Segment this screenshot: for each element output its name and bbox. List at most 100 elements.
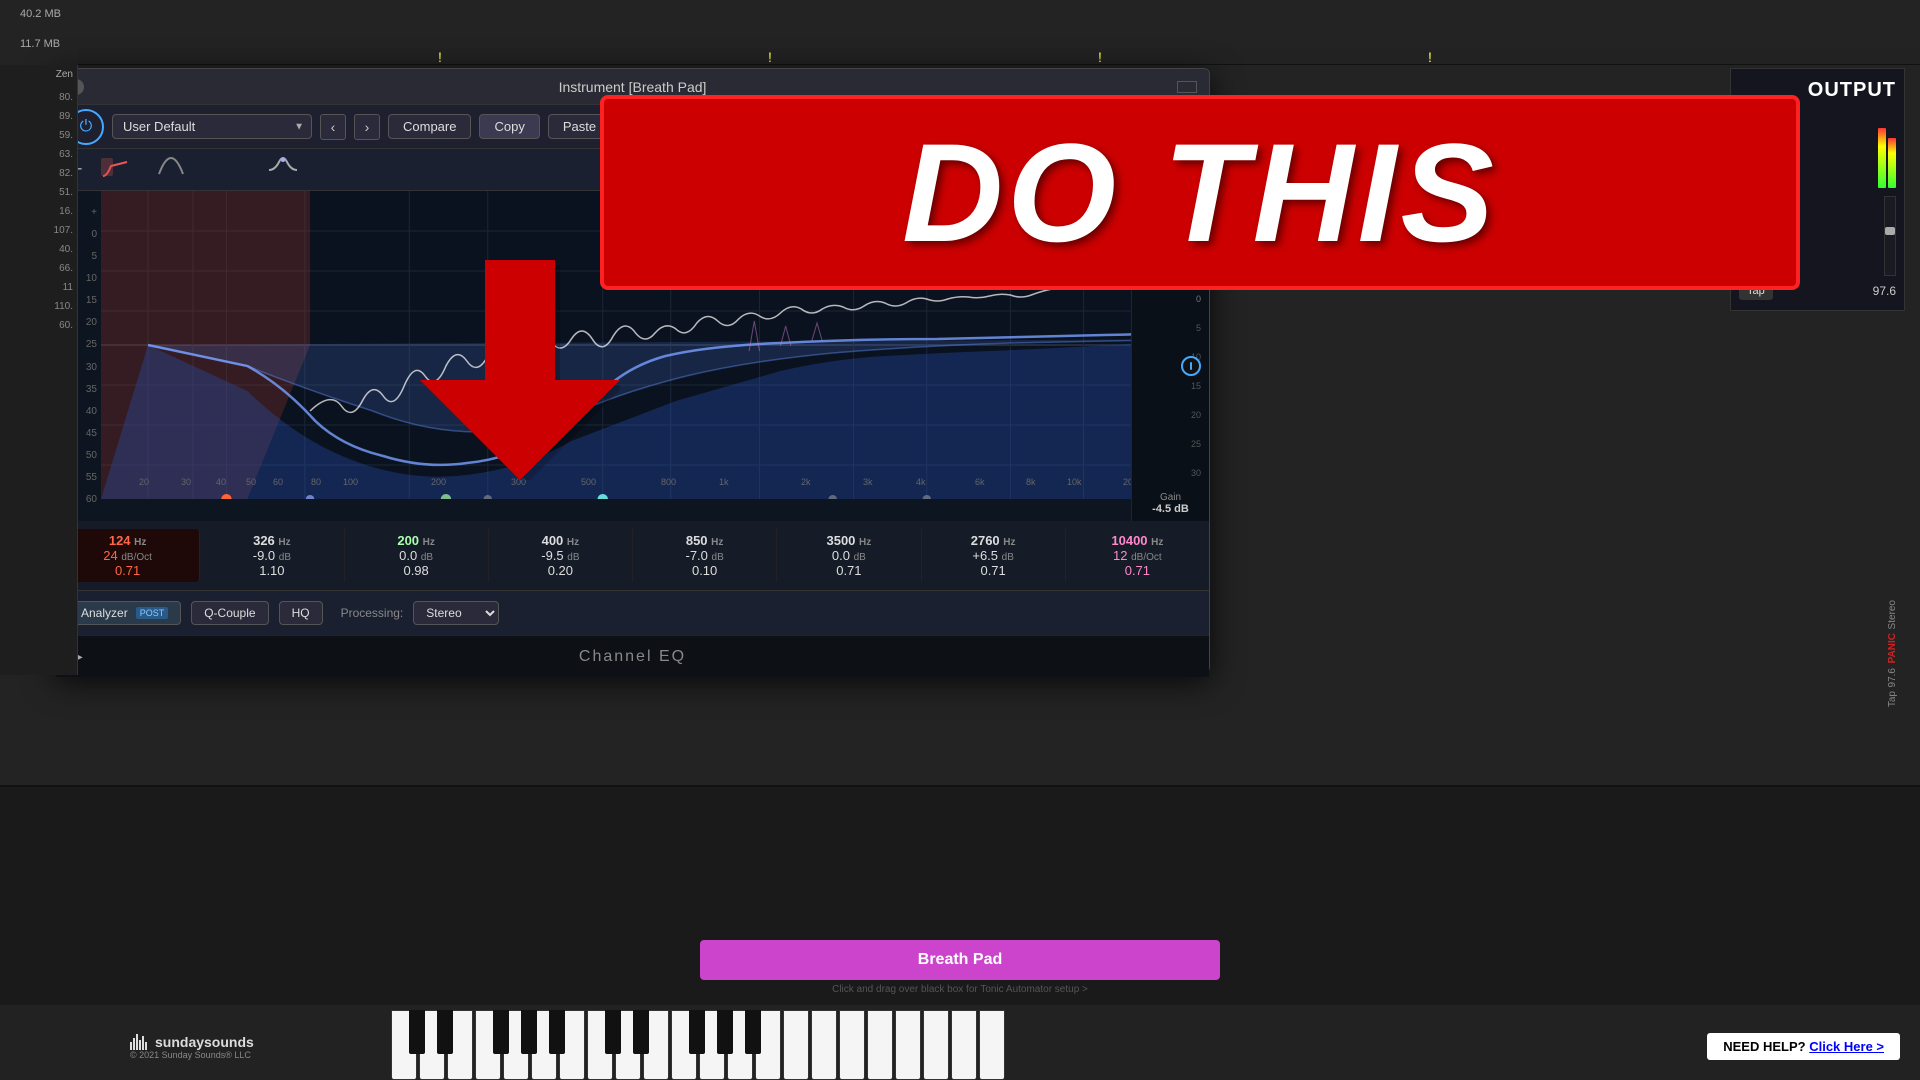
eq-band-7[interactable]: 2760 Hz +6.5 dB 0.71 [922, 529, 1066, 582]
scale-107: 107. [0, 217, 77, 236]
plugin-title: Instrument [Breath Pad] [559, 79, 707, 95]
scale-110: 110. [0, 293, 77, 312]
copy-button[interactable]: Copy [479, 114, 539, 139]
memory-label-2: 11.7 MB [20, 38, 61, 50]
piano-keyboard [0, 1005, 1920, 1080]
gain-30neg: 30 [1136, 468, 1205, 478]
piano-black-key[interactable] [717, 1010, 733, 1054]
eq-band-3[interactable]: 200 Hz 0.0 dB 0.98 [345, 529, 489, 582]
analyzer-button[interactable]: Analyzer POST [68, 601, 181, 625]
scale-16: 16. [0, 198, 77, 217]
piano-black-key[interactable] [493, 1010, 509, 1054]
hq-button[interactable]: HQ [279, 601, 323, 625]
eq-band-6[interactable]: 3500 Hz 0.0 dB 0.71 [777, 529, 921, 582]
piano-keys[interactable] [390, 1010, 1210, 1080]
back-button[interactable]: ‹ [320, 114, 346, 140]
freq-6k: 6k [975, 477, 985, 487]
processing-select[interactable]: Stereo Left Right Mid Side [413, 601, 499, 625]
freq-20: 20 [139, 477, 149, 487]
eq-band-8[interactable]: 10400 Hz 12 dB/Oct 0.71 [1066, 529, 1209, 582]
plugin-name-label: Channel EQ [579, 648, 686, 666]
freq-4k: 4k [916, 477, 926, 487]
band2-freq: 326 Hz [253, 533, 291, 548]
piano-black-key[interactable] [437, 1010, 453, 1054]
warning-icon-1: ! [438, 49, 442, 65]
band8-q: 0.71 [1125, 563, 1150, 578]
freq-60: 60 [273, 477, 283, 487]
q-couple-button[interactable]: Q-Couple [191, 601, 268, 625]
piano-white-key[interactable] [867, 1010, 893, 1080]
band5-q: 0.10 [692, 563, 717, 578]
scale-66: 66. [0, 255, 77, 274]
piano-black-key[interactable] [745, 1010, 761, 1054]
level-meters [1878, 108, 1896, 188]
piano-white-key[interactable] [783, 1010, 809, 1080]
piano-black-key[interactable] [689, 1010, 705, 1054]
freq-100: 100 [343, 477, 358, 487]
analyzer-label: Analyzer [81, 606, 128, 620]
gain-handle[interactable] [1181, 356, 1201, 376]
piano-black-key[interactable] [409, 1010, 425, 1054]
warning-icon-4: ! [1428, 49, 1432, 65]
eq-band-5[interactable]: 850 Hz -7.0 dB 0.10 [633, 529, 777, 582]
help-bar[interactable]: NEED HELP? Click Here > [1707, 1033, 1900, 1060]
level-meter-right [1888, 138, 1896, 188]
piano-black-key[interactable] [549, 1010, 565, 1054]
breath-pad-bar[interactable]: Breath Pad [700, 940, 1220, 980]
tonic-automator-label: Click and drag over black box for Tonic … [832, 984, 1088, 995]
band2-q: 1.10 [259, 563, 284, 578]
window-minimize-button[interactable] [1177, 81, 1197, 93]
eq-band-4[interactable]: 400 Hz -9.5 dB 0.20 [489, 529, 633, 582]
panic-label-vertical: PANIC [1887, 633, 1898, 663]
eq-node-1[interactable] [99, 154, 131, 186]
help-text: NEED HELP? [1723, 1039, 1805, 1054]
output-fader-track [1884, 196, 1896, 276]
freq-80: 80 [311, 477, 321, 487]
scale-59: 59. [0, 122, 77, 141]
logo-copyright: © 2021 Sunday Sounds® LLC [130, 1050, 254, 1060]
left-ruler: Zen 80. 89. 59. 63. 82. 51. 16. 107. 40.… [0, 65, 78, 675]
freq-50: 50 [246, 477, 256, 487]
gain-15neg: 15 [1136, 381, 1205, 391]
piano-white-key[interactable] [811, 1010, 837, 1080]
logo-name: sundaysounds [155, 1034, 254, 1050]
freq-2k: 2k [801, 477, 811, 487]
piano-white-key[interactable] [895, 1010, 921, 1080]
forward-button[interactable]: › [354, 114, 380, 140]
piano-white-key[interactable] [979, 1010, 1005, 1080]
processing-dropdown-container: Stereo Left Right Mid Side [413, 601, 499, 625]
help-link[interactable]: Click Here > [1809, 1039, 1884, 1054]
scale-63: 63. [0, 141, 77, 160]
piano-black-key[interactable] [633, 1010, 649, 1054]
gain-value-display: -4.5 dB [1152, 503, 1189, 515]
memory-label-1: 40.2 MB [20, 8, 61, 20]
piano-black-key[interactable] [521, 1010, 537, 1054]
do-this-banner: DO THIS [600, 95, 1800, 290]
gain-25neg: 25 [1136, 439, 1205, 449]
scale-40: 40. [0, 236, 77, 255]
eq-node-3[interactable] [267, 154, 299, 186]
compare-button[interactable]: Compare [388, 114, 471, 139]
tap-value-vertical: 97.6 [1887, 668, 1898, 687]
piano-white-key[interactable] [839, 1010, 865, 1080]
freq-10k: 10k [1067, 477, 1082, 487]
band1-db: 24 dB/Oct [103, 548, 152, 563]
preset-dropdown[interactable]: User Default [112, 114, 312, 139]
band3-q: 0.98 [403, 563, 428, 578]
piano-white-key[interactable] [951, 1010, 977, 1080]
stereo-label-vertical: Stereo [1887, 600, 1898, 629]
output-fader-handle[interactable] [1885, 227, 1895, 235]
eq-node-2[interactable] [155, 154, 187, 186]
piano-black-key[interactable] [605, 1010, 621, 1054]
freq-1k: 1k [719, 477, 729, 487]
freq-3k: 3k [863, 477, 873, 487]
red-arrow-icon [420, 260, 620, 509]
scale-51: 51. [0, 179, 77, 198]
gain-0: 0 [1136, 294, 1205, 304]
piano-white-key[interactable] [923, 1010, 949, 1080]
band5-db: -7.0 dB [686, 548, 724, 563]
eq-band-2[interactable]: 326 Hz -9.0 dB 1.10 [200, 529, 344, 582]
band7-freq: 2760 Hz [971, 533, 1016, 548]
freq-8k: 8k [1026, 477, 1036, 487]
band2-db: -9.0 dB [253, 548, 291, 563]
